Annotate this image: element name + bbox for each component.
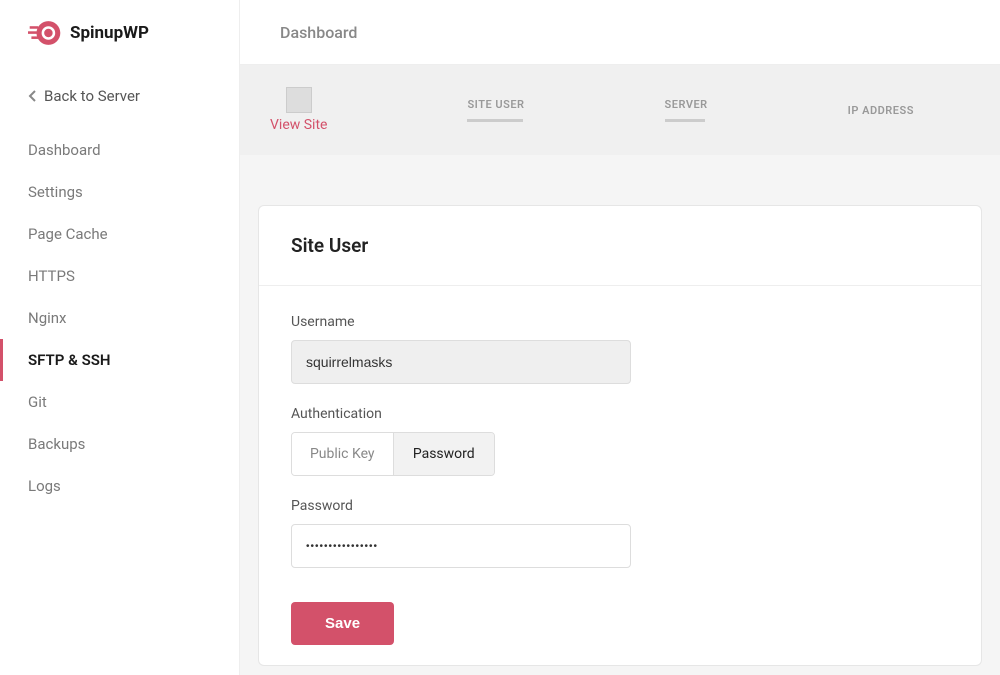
logo[interactable]: SpinupWP bbox=[0, 0, 239, 65]
password-field[interactable] bbox=[291, 524, 631, 568]
sidebar-item-sftp-ssh[interactable]: SFTP & SSH bbox=[0, 339, 239, 381]
info-server: SERVER bbox=[665, 98, 708, 122]
username-field[interactable] bbox=[291, 340, 631, 384]
save-button[interactable]: Save bbox=[291, 602, 394, 645]
view-site-button[interactable]: View Site bbox=[270, 87, 327, 133]
sidebar-item-page-cache[interactable]: Page Cache bbox=[0, 213, 239, 255]
view-site-label: View Site bbox=[270, 117, 327, 133]
brand-name: SpinupWP bbox=[70, 23, 149, 43]
sidebar-nav: Dashboard Settings Page Cache HTTPS Ngin… bbox=[0, 123, 239, 513]
sidebar: SpinupWP Back to Server Dashboard Settin… bbox=[0, 0, 240, 675]
card-header: Site User bbox=[259, 206, 981, 286]
back-link-label: Back to Server bbox=[44, 87, 140, 105]
card-title: Site User bbox=[291, 234, 949, 257]
card-body: Username Authentication Public Key Passw… bbox=[259, 286, 981, 665]
site-user-card: Site User Username Authentication Public… bbox=[258, 205, 982, 666]
password-label: Password bbox=[291, 498, 949, 514]
spinupwp-logo-icon bbox=[28, 19, 62, 47]
info-ip-address: IP ADDRESS bbox=[848, 104, 914, 117]
back-to-server-link[interactable]: Back to Server bbox=[0, 65, 239, 123]
info-bar: View Site SITE USER SERVER IP ADDRESS bbox=[240, 65, 1000, 155]
auth-option-public-key[interactable]: Public Key bbox=[292, 433, 393, 475]
sidebar-item-nginx[interactable]: Nginx bbox=[0, 297, 239, 339]
site-thumbnail-icon bbox=[286, 87, 312, 113]
sidebar-item-git[interactable]: Git bbox=[0, 381, 239, 423]
content-area: Site User Username Authentication Public… bbox=[240, 155, 1000, 675]
auth-toggle: Public Key Password bbox=[291, 432, 495, 476]
auth-option-password[interactable]: Password bbox=[393, 433, 495, 475]
info-site-user: SITE USER bbox=[467, 98, 524, 122]
main: Dashboard View Site SITE USER SERVER IP … bbox=[240, 0, 1000, 675]
sidebar-item-dashboard[interactable]: Dashboard bbox=[0, 129, 239, 171]
sidebar-item-https[interactable]: HTTPS bbox=[0, 255, 239, 297]
top-bar: Dashboard bbox=[240, 0, 1000, 65]
authentication-label: Authentication bbox=[291, 406, 949, 422]
sidebar-item-settings[interactable]: Settings bbox=[0, 171, 239, 213]
breadcrumb: Dashboard bbox=[280, 23, 357, 42]
sidebar-item-logs[interactable]: Logs bbox=[0, 465, 239, 507]
sidebar-item-backups[interactable]: Backups bbox=[0, 423, 239, 465]
chevron-left-icon bbox=[28, 90, 36, 102]
username-label: Username bbox=[291, 314, 949, 330]
